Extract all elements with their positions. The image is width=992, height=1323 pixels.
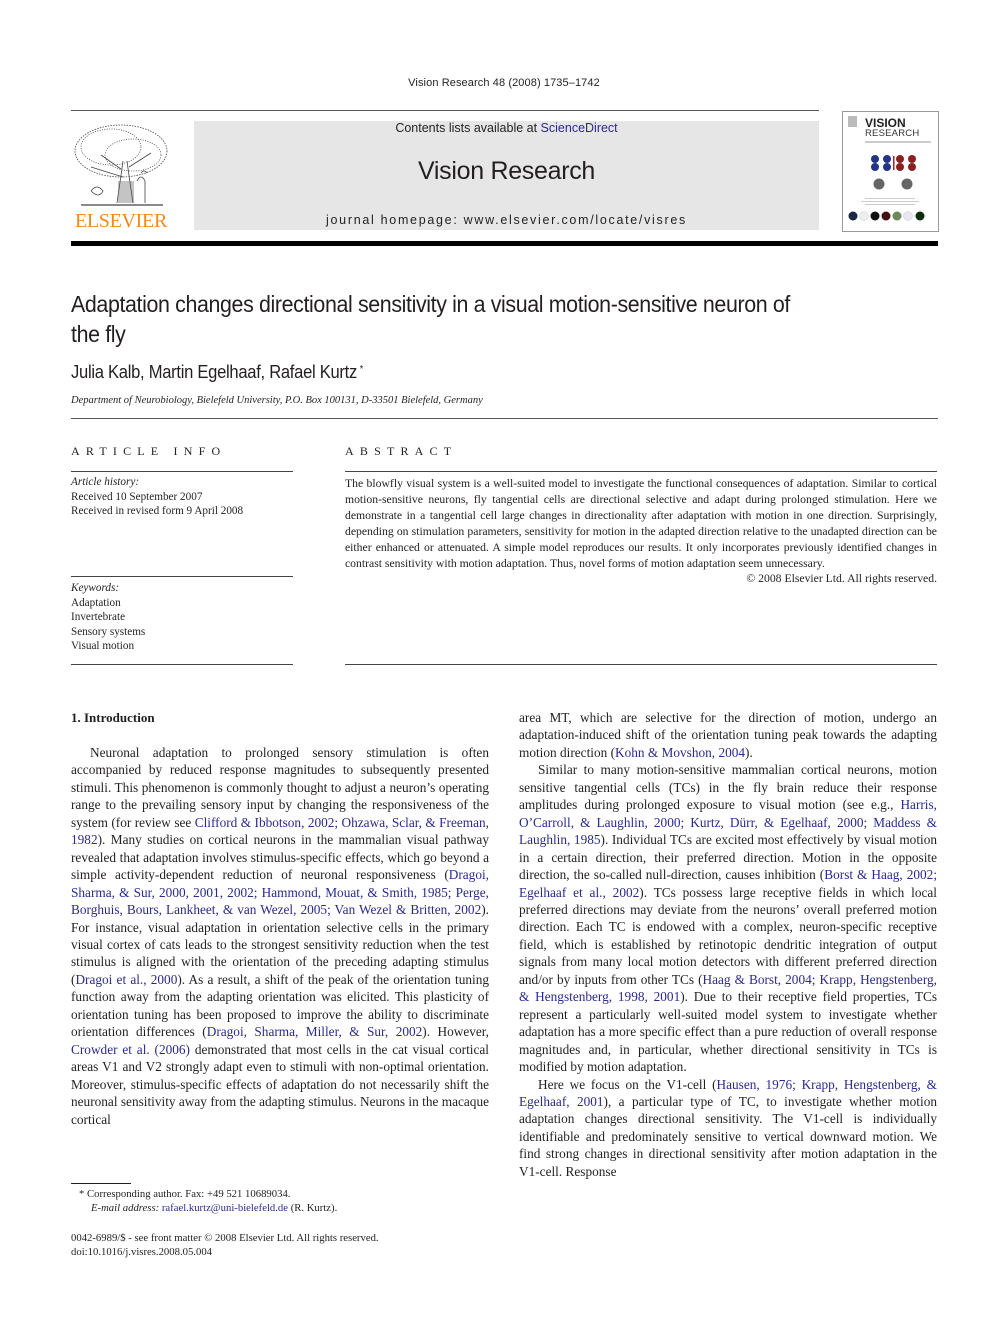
front-matter: 0042-6989/$ - see front matter © 2008 El…	[71, 1231, 379, 1259]
history-revised: Received in revised form 9 April 2008	[71, 505, 244, 518]
journal-masthead: Contents lists available at ScienceDirec…	[194, 121, 819, 230]
cover-illustration-icon	[848, 155, 925, 221]
keyword-item: Visual motion	[71, 640, 135, 653]
header-rule	[71, 110, 819, 111]
contents-line: Contents lists available at ScienceDirec…	[194, 121, 819, 135]
abstract-rule-bottom	[345, 664, 937, 665]
elsevier-wordmark: ELSEVIER	[74, 210, 168, 232]
keywords-label: Keywords:	[71, 582, 120, 594]
citation-link[interactable]: Dragoi, Sharma, Miller, & Sur, 2002	[207, 1024, 423, 1039]
keyword-item: Sensory systems	[71, 625, 146, 638]
article-info-rule-bottom	[71, 664, 293, 665]
citation-link[interactable]: Dragoi et al., 2000	[75, 972, 177, 987]
keyword-item: Adaptation	[71, 596, 121, 609]
history-received: Received 10 September 2007	[71, 490, 203, 503]
article-history: Article history: Received 10 September 2…	[71, 475, 243, 519]
article-info-heading: ARTICLE INFO	[71, 444, 227, 458]
citation-link[interactable]: Haag & Borst, 2004; Krapp, Hengstenberg,…	[519, 972, 937, 1004]
citation-link[interactable]: Borst & Haag, 2002; Egelhaaf et al., 200…	[519, 867, 937, 899]
abstract-heading: ABSTRACT	[345, 444, 458, 458]
body-column-right: area MT, which are selective for the dir…	[519, 709, 937, 1180]
masthead-thick-rule	[71, 241, 938, 246]
article-title: Adaptation changes directional sensitivi…	[71, 291, 790, 347]
paragraph-continued: area MT, which are selective for the dir…	[519, 710, 937, 760]
authors: Julia Kalb, Martin Egelhaaf, Rafael Kurt…	[71, 362, 358, 382]
abstract-copyright: © 2008 Elsevier Ltd. All rights reserved…	[746, 572, 937, 586]
footnote-rule	[71, 1183, 131, 1184]
footnote: * Corresponding author. Fax: +49 521 106…	[71, 1187, 501, 1215]
keyword-item: Invertebrate	[71, 611, 126, 624]
footnote-mark: *	[79, 1188, 85, 1200]
running-head: Vision Research 48 (2008) 1735–1742	[408, 77, 600, 89]
citation-link[interactable]: Hausen, 1976; Krapp, Hengstenberg, & Ege…	[519, 1077, 937, 1109]
section-heading-introduction: 1. Introduction	[71, 710, 155, 725]
elsevier-logo[interactable]: ELSEVIER	[71, 121, 171, 233]
citation-link[interactable]: Dragoi, Sharma, & Sur, 2000, 2001, 2002;…	[71, 867, 489, 917]
abstract-text: The blowfly visual system is a well-suit…	[345, 477, 937, 570]
affiliation-rule	[71, 418, 938, 419]
email-label: E-mail address:	[91, 1202, 160, 1214]
abstract-rule-top	[345, 471, 937, 472]
author-email-link[interactable]: rafael.kurtz@uni-bielefeld.de	[162, 1202, 288, 1214]
body-column-left: Neuronal adaptation to prolonged sensory…	[71, 744, 489, 1128]
corresponding-author-note: Corresponding author. Fax: +49 521 10689…	[87, 1188, 291, 1200]
author-list: Julia Kalb, Martin Egelhaaf, Rafael Kurt…	[71, 362, 363, 383]
issn-line: 0042-6989/$ - see front matter © 2008 El…	[71, 1232, 379, 1244]
doi[interactable]: doi:10.1016/j.visres.2008.05.004	[71, 1245, 379, 1259]
journal-homepage[interactable]: journal homepage: www.elsevier.com/locat…	[194, 213, 819, 227]
contents-prefix: Contents lists available at	[395, 121, 541, 135]
email-suffix: (R. Kurtz).	[288, 1202, 338, 1214]
sciencedirect-link[interactable]: ScienceDirect	[541, 121, 618, 135]
keywords: Keywords: Adaptation Invertebrate Sensor…	[71, 581, 145, 654]
paragraph: Neuronal adaptation to prolonged sensory…	[71, 745, 490, 1127]
citation-link[interactable]: Crowder et al. (2006)	[71, 1042, 190, 1057]
journal-cover-thumbnail[interactable]: VISION RESEARCH	[842, 111, 939, 232]
affiliation: Department of Neurobiology, Bielefeld Un…	[71, 395, 483, 406]
paragraph: Here we focus on the V1-cell (Hausen, 19…	[519, 1076, 937, 1179]
citation-link[interactable]: Harris, O’Carroll, & Laughlin, 2000; Kur…	[519, 797, 937, 847]
abstract-body: The blowfly visual system is a well-suit…	[345, 476, 937, 587]
article-history-label: Article history:	[71, 476, 140, 488]
corresponding-author-mark[interactable]: *	[360, 364, 364, 375]
keywords-rule-top	[71, 576, 293, 577]
citation-link[interactable]: Kohn & Movshon, 2004	[615, 745, 745, 760]
citation-link[interactable]: Clifford & Ibbotson, 2002; Ohzawa, Sclar…	[71, 815, 489, 847]
journal-title: Vision Research	[417, 157, 596, 185]
elsevier-tree-icon	[74, 124, 168, 206]
paragraph: Similar to many motion-sensitive mammali…	[519, 762, 938, 1075]
article-info-rule-top	[71, 471, 293, 472]
